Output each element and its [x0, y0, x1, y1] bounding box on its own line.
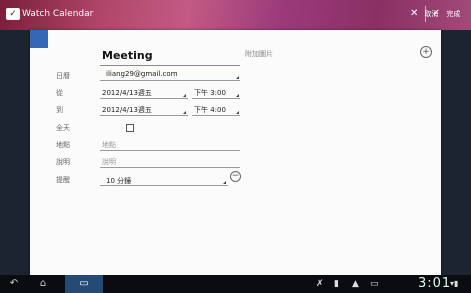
- description-label: 說明: [56, 158, 70, 166]
- attach-image-label: 附加圖片: [245, 50, 273, 58]
- allday-label: 全天: [56, 124, 70, 132]
- calendar-select[interactable]: iliang29@gmail.com: [106, 70, 178, 78]
- clock: 3:01: [418, 276, 452, 291]
- reminder-underline: [100, 185, 228, 186]
- from-date-select[interactable]: 2012/4/13週五: [102, 88, 152, 98]
- description-underline: [100, 167, 240, 168]
- dropdown-arrow-icon: [236, 94, 239, 97]
- calendar-app-icon: ✓: [6, 8, 20, 20]
- message-icon: ▭: [370, 279, 379, 289]
- checkmark-icon: ✓: [432, 8, 441, 19]
- add-image-icon[interactable]: +: [420, 46, 432, 58]
- to-date-select[interactable]: 2012/4/13週五: [102, 105, 152, 115]
- location-input[interactable]: 地點: [102, 140, 116, 150]
- from-time-underline: [192, 98, 240, 99]
- calendar-color-swatch: [30, 30, 48, 48]
- to-time-select[interactable]: 下午 4:00: [194, 105, 226, 115]
- title-underline: [100, 65, 240, 66]
- dropdown-arrow-icon: [236, 76, 239, 79]
- dropdown-arrow-icon: [183, 94, 186, 97]
- from-time-select[interactable]: 下午 3:00: [194, 88, 226, 98]
- recent-apps-icon: ▭: [79, 278, 89, 289]
- reminder-label: 提醒: [56, 176, 70, 184]
- to-date-underline: [100, 115, 188, 116]
- calendar-label: 日曆: [56, 72, 70, 80]
- to-time-underline: [192, 115, 240, 116]
- tools-icon: ✗: [316, 279, 324, 289]
- title-bar: ✓ Watch Calendar ✕ 取消 ✓ 完成: [0, 0, 471, 30]
- from-date-underline: [100, 98, 188, 99]
- close-icon: ✕: [410, 8, 419, 19]
- location-underline: [100, 150, 240, 151]
- back-icon[interactable]: ↶: [8, 277, 20, 291]
- calendar-underline: [100, 80, 240, 81]
- wifi-battery-icon: ▾▮: [450, 279, 459, 288]
- titlebar-divider: [425, 6, 426, 22]
- allday-checkbox[interactable]: [126, 124, 134, 132]
- save-button[interactable]: ✓ 完成: [432, 7, 460, 21]
- dropdown-arrow-icon: [236, 111, 239, 114]
- remove-reminder-icon[interactable]: −: [230, 171, 241, 182]
- from-label: 從: [56, 89, 63, 97]
- system-nav-bar: ↶ ⌂ ▭ ✗ ▮ ▲ ▭ 3:01 ▾▮: [0, 275, 471, 293]
- description-input[interactable]: 說明: [102, 157, 116, 167]
- event-editor: Meeting 附加圖片 + 日曆 iliang29@gmail.com 從 2…: [30, 30, 441, 275]
- event-title-input[interactable]: Meeting: [102, 49, 153, 62]
- home-icon[interactable]: ⌂: [36, 277, 50, 291]
- app-title: Watch Calendar: [22, 9, 94, 19]
- location-label: 地點: [56, 141, 70, 149]
- warning-icon: ▲: [352, 279, 359, 289]
- document-icon: ▮: [334, 279, 339, 289]
- save-label: 完成: [446, 10, 461, 18]
- to-label: 到: [56, 106, 63, 114]
- dropdown-arrow-icon: [183, 111, 186, 114]
- dropdown-arrow-icon: [223, 181, 226, 184]
